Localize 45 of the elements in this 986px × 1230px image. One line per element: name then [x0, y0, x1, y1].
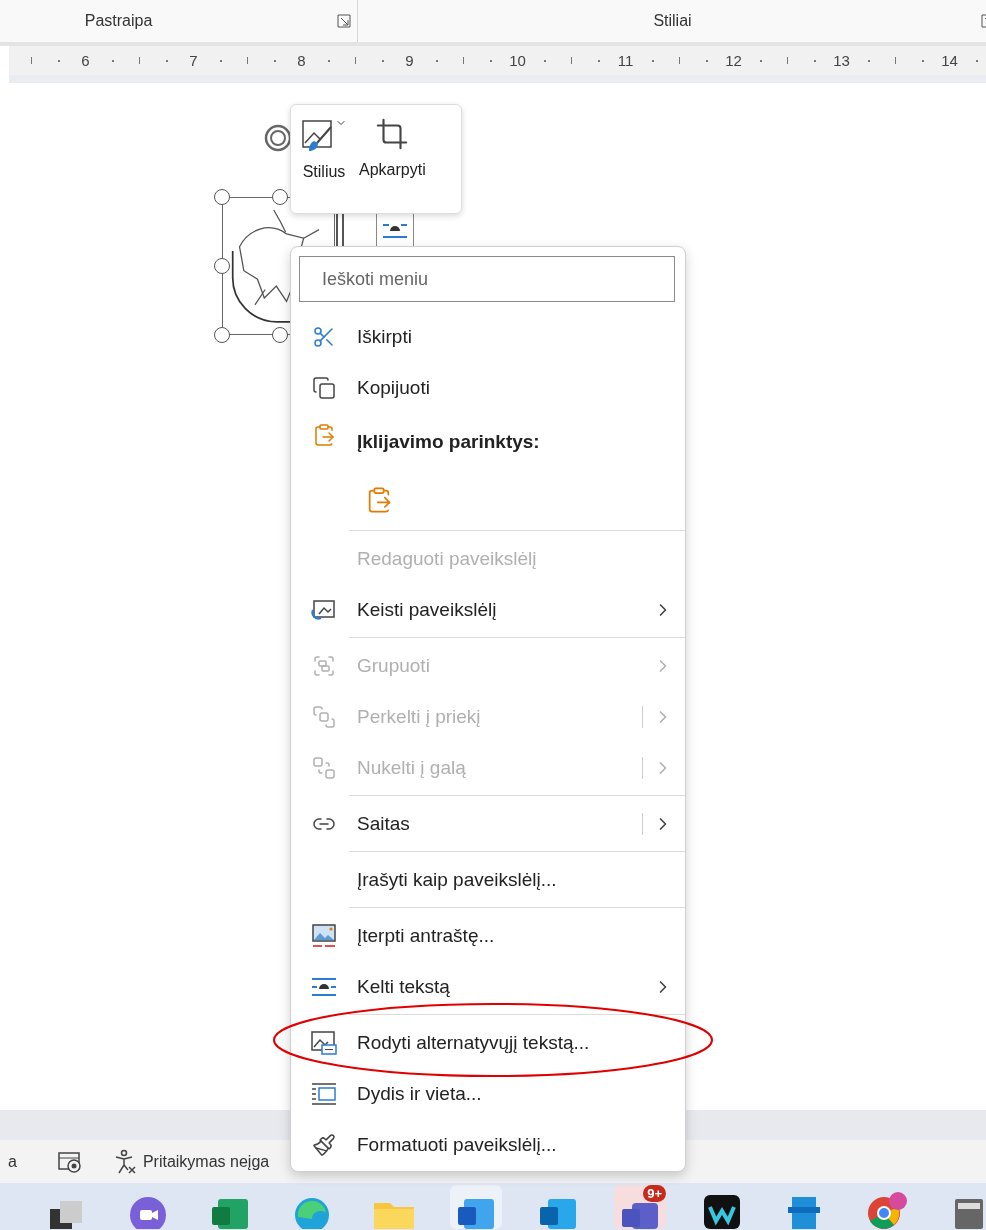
bring-forward-icon	[312, 704, 336, 729]
search-field[interactable]: Ieškoti meniu	[299, 256, 675, 302]
scissors-icon	[312, 324, 336, 349]
clipboard-icon	[312, 423, 336, 447]
group-icon	[312, 653, 336, 678]
send-backward-icon	[312, 755, 336, 780]
menu-item[interactable]: Įterpti antraštę...	[291, 910, 685, 961]
macro-record-icon[interactable]	[56, 1149, 83, 1174]
ribbon-group-label: Stiliai	[653, 12, 692, 30]
toolbar-button[interactable]: Stilius	[297, 113, 351, 205]
ruler-number: 12	[725, 52, 742, 69]
size-position-icon	[310, 1080, 338, 1107]
rotate-handle-icon[interactable]	[263, 123, 293, 153]
notification-badge: 9+	[643, 1184, 666, 1202]
status-text: Pritaikymas neįga	[142, 1152, 270, 1171]
team-chat-icon[interactable]: 9+	[614, 1184, 666, 1229]
status-text: a	[8, 1152, 17, 1171]
menu-heading: Įklijavimo parinktys:	[357, 431, 540, 453]
caption-icon	[311, 922, 337, 949]
ruler-number: 9	[405, 52, 414, 69]
menu-item[interactable]: Kelti tekstą	[291, 961, 685, 1012]
alt-text-icon	[310, 1029, 338, 1056]
ruler-number: 6	[81, 52, 90, 69]
menu-item[interactable]: Formatuoti paveikslėlį...	[291, 1119, 685, 1170]
dialog-launcher-icon[interactable]	[337, 14, 351, 28]
ruler-number: 11	[617, 52, 634, 69]
menu-item[interactable]: Dydis ir vieta...	[291, 1068, 685, 1119]
copy-icon	[312, 375, 336, 400]
picture-swap-icon	[311, 597, 337, 622]
toolbar-button[interactable]: Apkarpyti	[355, 113, 430, 205]
paintbrush-icon	[312, 1132, 336, 1157]
ruler-number: 14	[941, 52, 958, 69]
ruler-number: 10	[509, 52, 526, 69]
document-app-icon[interactable]	[450, 1184, 502, 1229]
menu-item[interactable]: Keisti paveikslėlį	[291, 584, 685, 635]
ruler-number: 7	[189, 52, 198, 69]
menu-item[interactable]: Saitas	[291, 798, 685, 849]
menu-item[interactable]: Kopijuoti	[291, 362, 685, 413]
ruler-number: 8	[297, 52, 306, 69]
crop-icon	[375, 117, 410, 151]
ruler-number: 13	[833, 52, 850, 69]
ribbon-group-label: Pastraipa	[84, 12, 153, 30]
picture-style-icon	[301, 117, 335, 153]
menu-item[interactable]: Įrašyti kaip paveikslėlį...	[291, 854, 685, 905]
menu-item[interactable]: Iškirpti	[291, 311, 685, 362]
